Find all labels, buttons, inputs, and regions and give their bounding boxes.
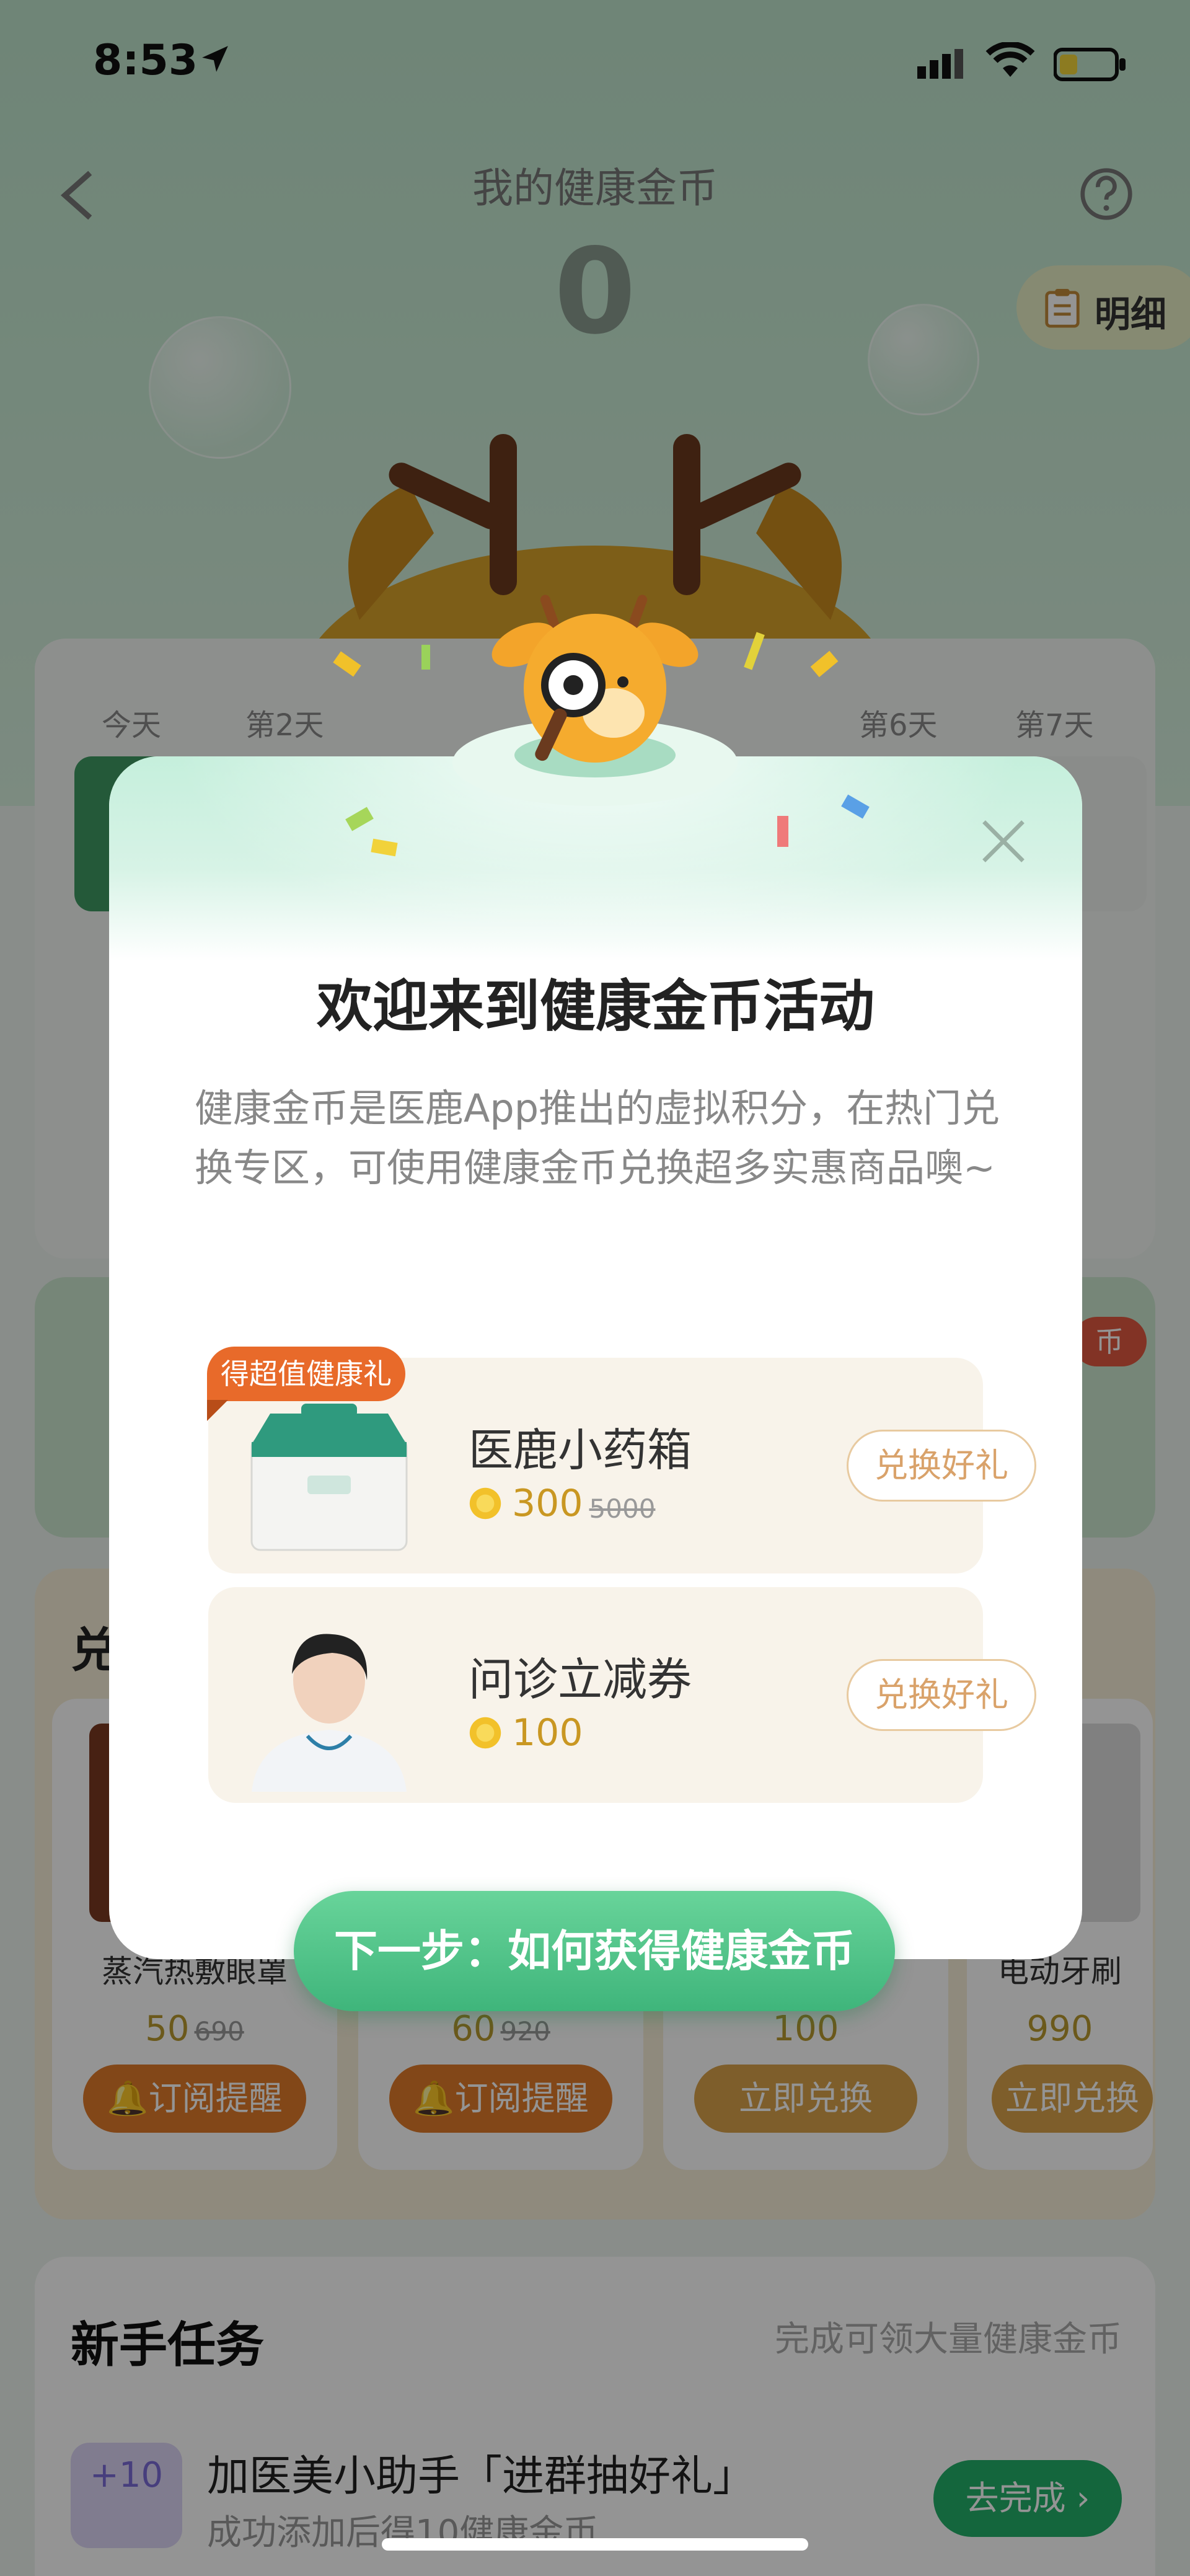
home-indicator[interactable]: [382, 2538, 808, 2551]
redeem-gift-button[interactable]: 兑换好礼: [847, 1659, 1036, 1731]
reward-name: 问诊立减券: [469, 1653, 692, 1706]
deer-mascot-icon: [452, 595, 738, 806]
next-step-button[interactable]: 下一步：如何获得健康金币: [294, 1891, 895, 2011]
reward-price: 100: [469, 1711, 583, 1755]
reward-name: 医鹿小药箱: [469, 1424, 692, 1476]
gold-coin-icon: [469, 1717, 501, 1749]
confetti: [777, 816, 788, 847]
doctor-portrait-image: [252, 1634, 407, 1792]
redeem-gift-button[interactable]: 兑换好礼: [847, 1430, 1036, 1502]
value-gift-tag: 得超值健康礼: [207, 1347, 405, 1401]
modal-title: 欢迎来到健康金币活动: [317, 974, 875, 1039]
gold-coin-icon: [469, 1487, 501, 1520]
medicine-box-image: [250, 1404, 408, 1551]
modal-description: 健康金币是医鹿App推出的虚拟积分，在热门兑换专区，可使用健康金币兑换超多实惠商…: [195, 1086, 1000, 1190]
reward-price: 300 5000: [469, 1482, 655, 1525]
reward-card[interactable]: 问诊立减券 100 兑换好礼: [208, 1587, 1036, 1803]
close-icon[interactable]: [976, 813, 1031, 869]
confetti: [421, 645, 430, 670]
tag-tail: [207, 1400, 228, 1421]
